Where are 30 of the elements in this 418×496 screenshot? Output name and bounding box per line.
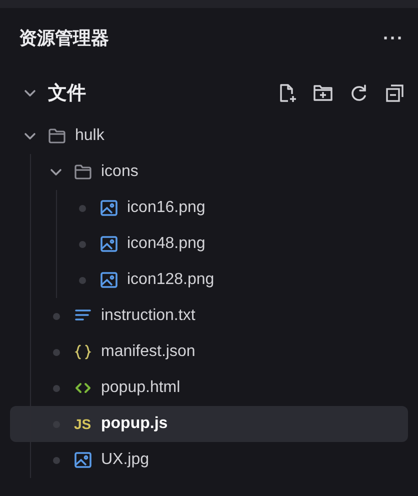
section-title[interactable]: 文件 bbox=[48, 80, 276, 106]
bullet-icon bbox=[78, 276, 86, 284]
bullet-icon bbox=[78, 240, 86, 248]
folder-icon bbox=[74, 163, 92, 181]
file-item[interactable]: icon48.png bbox=[10, 226, 408, 262]
folder-icon bbox=[48, 127, 66, 145]
bullet-icon bbox=[52, 312, 60, 320]
bullet-icon bbox=[52, 348, 60, 356]
bullet-icon bbox=[78, 204, 86, 212]
image-file-icon bbox=[100, 235, 118, 253]
more-button[interactable]: ··· bbox=[383, 28, 404, 48]
file-item[interactable]: popup.html bbox=[10, 370, 408, 406]
image-file-icon bbox=[100, 271, 118, 289]
file-item[interactable]: instruction.txt bbox=[10, 298, 408, 334]
panel-title: 资源管理器 bbox=[19, 27, 109, 50]
file-item[interactable]: UX.jpg bbox=[10, 442, 408, 478]
bullet-icon bbox=[52, 456, 60, 464]
folder-item[interactable]: icons bbox=[10, 154, 408, 190]
braces-icon bbox=[74, 343, 92, 361]
image-file-icon bbox=[100, 199, 118, 217]
file-item[interactable]: icon16.png bbox=[10, 190, 408, 226]
file-item[interactable]: manifest.json bbox=[10, 334, 408, 370]
js-file-icon: JS bbox=[74, 416, 92, 432]
image-file-icon bbox=[74, 451, 92, 469]
bullet-icon bbox=[52, 384, 60, 392]
file-item[interactable]: JS popup.js bbox=[10, 406, 408, 442]
folder-item[interactable]: hulk bbox=[10, 118, 408, 154]
collapse-all-icon[interactable] bbox=[384, 82, 406, 104]
new-folder-icon[interactable] bbox=[312, 82, 334, 104]
file-item[interactable]: icon128.png bbox=[10, 262, 408, 298]
